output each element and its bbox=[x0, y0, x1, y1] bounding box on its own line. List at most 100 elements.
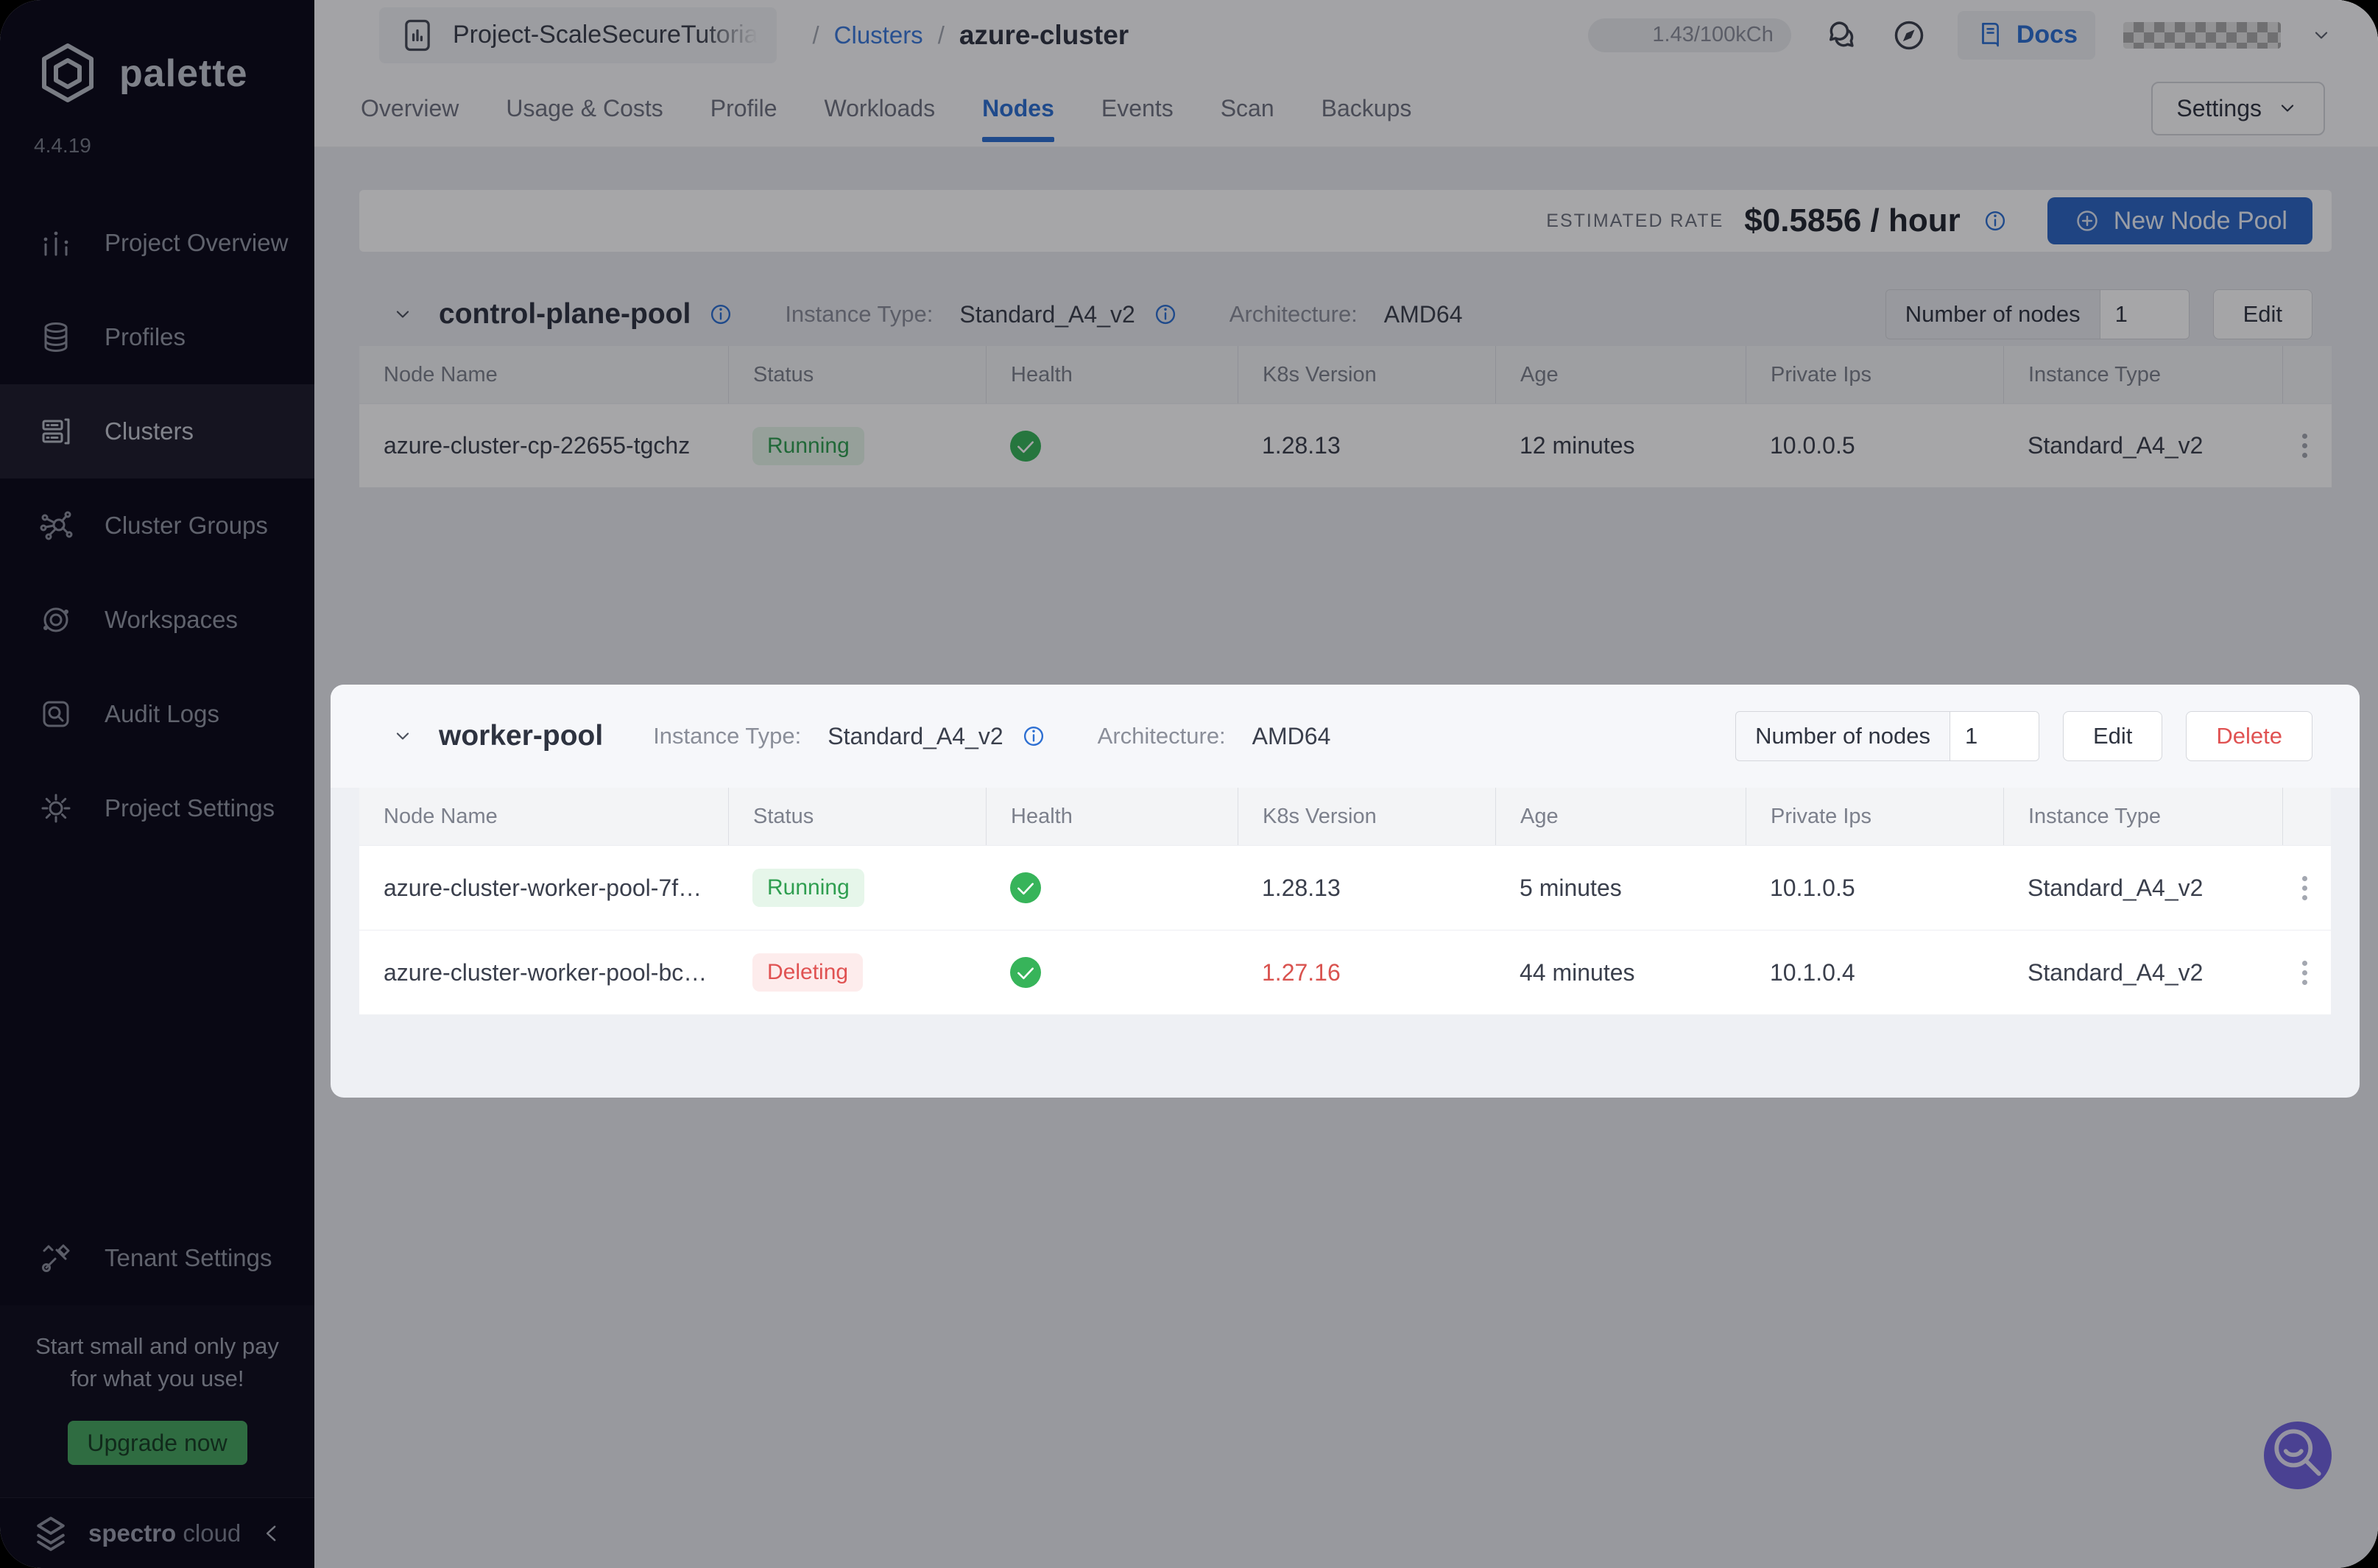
sidebar-item-label: Profiles bbox=[105, 323, 186, 350]
usage-meter: 1.43/100kCh bbox=[1587, 18, 1791, 52]
node-private-ip: 10.0.0.5 bbox=[1770, 432, 1855, 459]
compass-icon[interactable] bbox=[1888, 15, 1930, 56]
pool-actions: Number of nodes Edit Delete bbox=[1735, 711, 2312, 761]
node-k8s-version: 1.28.13 bbox=[1262, 432, 1341, 459]
tab-usage-costs[interactable]: Usage & Costs bbox=[506, 70, 663, 146]
project-name: Project-ScaleSecureTutoria bbox=[453, 21, 758, 49]
node-health bbox=[986, 872, 1238, 903]
tab-nodes[interactable]: Nodes bbox=[982, 70, 1054, 146]
nodes-content: ESTIMATED RATE $0.5856 / hour New Node P… bbox=[314, 190, 2378, 1537]
col-private-ips: Private Ips bbox=[1746, 346, 2003, 403]
redacted-user-info bbox=[2123, 21, 2281, 49]
delete-pool-button[interactable]: Delete bbox=[2186, 711, 2312, 761]
tab-backups[interactable]: Backups bbox=[1322, 70, 1412, 146]
node-status: Deleting bbox=[728, 953, 986, 992]
cluster-tabs: Overview Usage & Costs Profile Workloads… bbox=[314, 70, 2378, 147]
chevron-down-icon[interactable] bbox=[2309, 23, 2334, 48]
sidebar-item-label: Audit Logs bbox=[105, 700, 219, 727]
breadcrumb-separator: / bbox=[937, 21, 945, 49]
network-icon bbox=[38, 508, 74, 543]
collapse-pool-icon[interactable] bbox=[390, 724, 415, 749]
sidebar-item-label: Clusters bbox=[105, 417, 194, 445]
number-of-nodes-input[interactable] bbox=[1950, 712, 2039, 760]
node-private-ip: 10.1.0.4 bbox=[1770, 958, 1855, 986]
col-health: Health bbox=[986, 346, 1238, 403]
bar-chart-icon bbox=[38, 225, 74, 261]
edit-pool-button[interactable]: Edit bbox=[2062, 711, 2163, 761]
row-menu-kebab-icon[interactable] bbox=[2282, 875, 2326, 900]
tab-workloads[interactable]: Workloads bbox=[824, 70, 935, 146]
estimated-rate-label: ESTIMATED RATE bbox=[1546, 210, 1724, 231]
footer-brand: spectro cloud bbox=[88, 1519, 241, 1547]
tab-profile[interactable]: Profile bbox=[710, 70, 777, 146]
col-actions bbox=[2282, 346, 2332, 403]
estimated-rate-value: $0.5856 / hour bbox=[1744, 202, 1961, 239]
new-node-pool-button[interactable]: New Node Pool bbox=[2047, 197, 2312, 244]
sidebar-item-profiles[interactable]: Profiles bbox=[0, 290, 314, 384]
node-private-ip: 10.1.0.5 bbox=[1770, 874, 1855, 901]
worker-pool-header: worker-pool Instance Type: Standard_A4_v… bbox=[331, 685, 2360, 788]
project-selector[interactable]: Project-ScaleSecureTutoria bbox=[379, 7, 777, 63]
project-icon bbox=[398, 16, 437, 54]
collapse-sidebar-icon[interactable] bbox=[257, 1519, 286, 1548]
tab-scan[interactable]: Scan bbox=[1221, 70, 1274, 146]
breadcrumb-clusters-link[interactable]: Clusters bbox=[834, 21, 923, 49]
pool-actions: Number of nodes Edit bbox=[1885, 289, 2312, 339]
status-badge: Running bbox=[752, 869, 864, 907]
table-header-row: Node Name Status Health K8s Version Age … bbox=[359, 788, 2331, 845]
chevron-down-icon bbox=[2275, 96, 2300, 121]
sidebar-item-clusters[interactable]: Clusters bbox=[0, 384, 314, 478]
instance-type-value: Standard_A4_v2 bbox=[828, 722, 1003, 749]
breadcrumb-separator: / bbox=[812, 21, 819, 49]
tab-events[interactable]: Events bbox=[1101, 70, 1174, 146]
control-plane-table: Node Name Status Health K8s Version Age … bbox=[359, 346, 2332, 487]
architecture-label: Architecture: bbox=[1229, 301, 1358, 327]
plus-circle-icon bbox=[2072, 206, 2102, 236]
node-instance-type: Standard_A4_v2 bbox=[2028, 958, 2204, 986]
col-age: Age bbox=[1495, 346, 1746, 403]
layers-icon bbox=[38, 319, 74, 355]
upgrade-now-button[interactable]: Upgrade now bbox=[67, 1421, 247, 1465]
row-menu-kebab-icon[interactable] bbox=[2282, 960, 2326, 985]
tools-icon bbox=[38, 1240, 74, 1276]
collapse-pool-icon[interactable] bbox=[390, 302, 415, 327]
pool-name: worker-pool bbox=[439, 720, 604, 752]
status-badge: Running bbox=[752, 426, 864, 465]
number-of-nodes-input[interactable] bbox=[2100, 290, 2189, 339]
palette-logo-icon bbox=[32, 38, 103, 109]
sidebar-item-project-overview[interactable]: Project Overview bbox=[0, 196, 314, 290]
help-search-fab[interactable] bbox=[2264, 1422, 2332, 1489]
architecture-label: Architecture: bbox=[1097, 723, 1226, 749]
sidebar-item-workspaces[interactable]: Workspaces bbox=[0, 573, 314, 667]
col-node-name: Node Name bbox=[384, 362, 498, 386]
info-icon[interactable] bbox=[707, 300, 735, 328]
brand: palette bbox=[0, 0, 314, 109]
promo-text: Start small and only pay for what you us… bbox=[35, 1333, 279, 1391]
row-menu-kebab-icon[interactable] bbox=[2282, 434, 2326, 458]
sidebar-footer: spectro cloud bbox=[0, 1497, 314, 1568]
sidebar-item-audit-logs[interactable]: Audit Logs bbox=[0, 667, 314, 761]
node-age: 44 minutes bbox=[1520, 958, 1635, 986]
sidebar-item-cluster-groups[interactable]: Cluster Groups bbox=[0, 478, 314, 573]
col-instance-type: Instance Type bbox=[2003, 788, 2282, 845]
sidebar-item-label: Tenant Settings bbox=[105, 1244, 272, 1272]
settings-button[interactable]: Settings bbox=[2151, 81, 2325, 135]
docs-button[interactable]: Docs bbox=[1957, 10, 2095, 60]
breadcrumb-current: azure-cluster bbox=[959, 19, 1129, 50]
sidebar: palette 4.4.19 Project Overview Profiles… bbox=[0, 0, 314, 1568]
info-icon[interactable] bbox=[1981, 207, 2009, 235]
info-icon[interactable] bbox=[1151, 300, 1179, 328]
instance-type-value: Standard_A4_v2 bbox=[959, 300, 1135, 328]
worker-pool-spotlight: worker-pool Instance Type: Standard_A4_v… bbox=[331, 685, 2360, 1098]
number-of-nodes-label: Number of nodes bbox=[1736, 712, 1950, 760]
node-name: azure-cluster-worker-pool-7f… bbox=[384, 874, 702, 901]
sidebar-item-project-settings[interactable]: Project Settings bbox=[0, 761, 314, 855]
chat-icon[interactable] bbox=[1819, 15, 1860, 56]
table-header-row: Node Name Status Health K8s Version Age … bbox=[359, 346, 2332, 403]
instance-type-label: Instance Type: bbox=[785, 301, 934, 327]
instance-type-label: Instance Type: bbox=[653, 723, 802, 749]
edit-pool-button[interactable]: Edit bbox=[2212, 289, 2312, 339]
tab-overview[interactable]: Overview bbox=[361, 70, 459, 146]
info-icon[interactable] bbox=[1020, 722, 1048, 750]
sidebar-item-tenant-settings[interactable]: Tenant Settings bbox=[0, 1211, 314, 1305]
